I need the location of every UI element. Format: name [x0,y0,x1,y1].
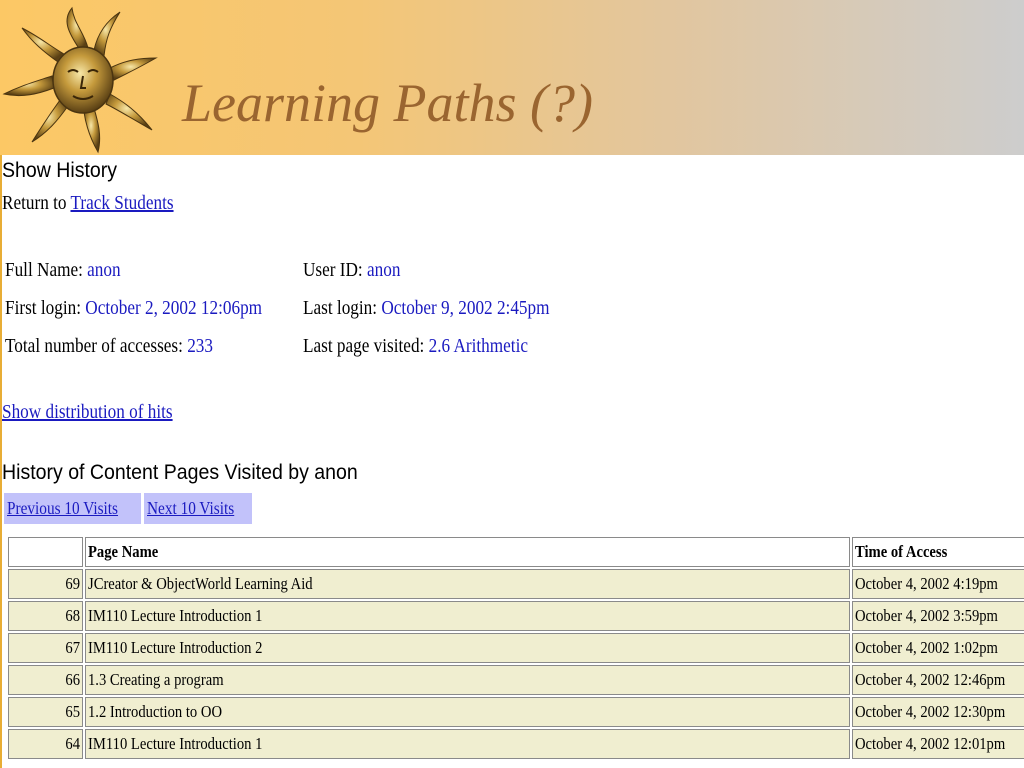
page-name-cell: IM110 Lecture Introduction 1 [84,601,850,631]
content-history-heading: History of Content Pages Visited by anon [2,461,358,484]
last-page-field: Last page visited: 2.6 Arithmetic [303,335,528,358]
visit-number: 67 [8,633,83,663]
slide-title: Learning Paths (?) [182,73,593,133]
table-row: 66 1.3 Creating a program October 4, 200… [8,665,1024,695]
last-login-field: Last login: October 9, 2002 2:45pm [303,297,550,320]
page-name-cell: 1.3 Creating a program [84,665,850,695]
show-history-heading: Show History [2,159,118,182]
visit-number: 68 [8,601,83,631]
total-accesses-label: Total number of accesses: [5,335,188,357]
full-name-value: anon [87,259,121,281]
access-time-cell: October 4, 2002 12:01pm [851,729,1024,759]
total-accesses-value: 233 [187,335,213,357]
pagination-buttons: Previous 10 Visits Next 10 Visits [4,493,253,524]
table-row: 64 IM110 Lecture Introduction 1 October … [8,729,1024,759]
first-login-value: October 2, 2002 12:06pm [85,297,263,319]
last-login-value: October 9, 2002 2:45pm [381,297,550,319]
visit-number: 66 [8,665,83,695]
page-name-cell: JCreator & ObjectWorld Learning Aid [84,569,850,599]
full-name-field: Full Name: anon [5,259,121,282]
visit-number: 65 [8,697,83,727]
distribution-line: Show distribution of hits [2,401,173,424]
track-students-link[interactable]: Track Students [70,192,173,214]
full-name-label: Full Name: [5,259,88,281]
previous-visits-label: Previous 10 Visits [7,498,119,518]
last-login-label: Last login: [303,297,382,319]
user-id-label: User ID: [303,259,368,281]
show-distribution-link[interactable]: Show distribution of hits [2,401,173,423]
table-row: 65 1.2 Introduction to OO October 4, 200… [8,697,1024,727]
next-visits-label: Next 10 Visits [146,498,234,518]
table-header-row: Page Name Time of Access [8,537,1024,567]
visit-number: 69 [8,569,83,599]
access-time-cell: October 4, 2002 4:19pm [851,569,1024,599]
table-row: 69 JCreator & ObjectWorld Learning Aid O… [8,569,1024,599]
access-time-cell: October 4, 2002 12:30pm [851,697,1024,727]
user-id-field: User ID: anon [303,259,400,282]
return-prefix: Return to [2,192,71,214]
slide-banner: Learning Paths (?) [0,0,1024,155]
next-visits-button[interactable]: Next 10 Visits [143,493,253,524]
column-header-page-name: Page Name [84,537,850,567]
history-table: Page Name Time of Access 69 JCreator & O… [6,535,1024,761]
previous-visits-button[interactable]: Previous 10 Visits [4,493,141,524]
table-row: 68 IM110 Lecture Introduction 1 October … [8,601,1024,631]
return-line: Return to Track Students [2,192,174,215]
column-header-number [8,537,83,567]
page-name-cell: IM110 Lecture Introduction 2 [84,633,850,663]
visit-number: 64 [8,729,83,759]
page-name-cell: IM110 Lecture Introduction 1 [84,729,850,759]
access-time-cell: October 4, 2002 3:59pm [851,601,1024,631]
first-login-field: First login: October 2, 2002 12:06pm [5,297,262,320]
column-header-time: Time of Access [851,537,1024,567]
table-row: 67 IM110 Lecture Introduction 2 October … [8,633,1024,663]
first-login-label: First login: [5,297,86,319]
last-page-label: Last page visited: [303,335,429,357]
total-accesses-field: Total number of accesses: 233 [5,335,213,358]
user-id-value: anon [367,259,401,281]
last-page-value: 2.6 Arithmetic [428,335,528,357]
sun-face-icon [2,6,158,154]
access-time-cell: October 4, 2002 12:46pm [851,665,1024,695]
page-name-cell: 1.2 Introduction to OO [84,697,850,727]
access-time-cell: October 4, 2002 1:02pm [851,633,1024,663]
